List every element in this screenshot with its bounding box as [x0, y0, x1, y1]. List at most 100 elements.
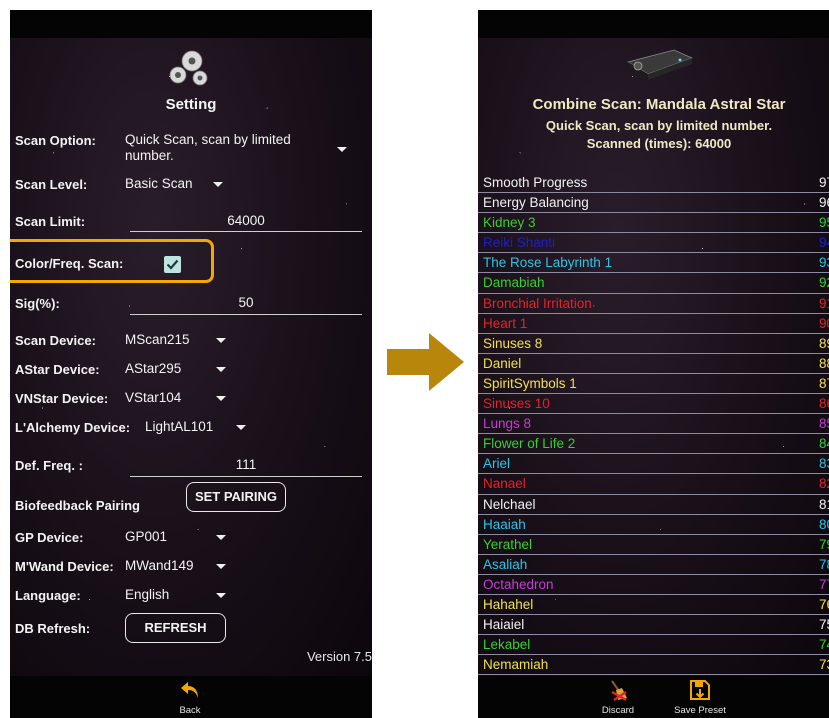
list-item[interactable]: Smooth Progress 97 — [478, 173, 829, 194]
save-icon — [690, 680, 710, 700]
list-item[interactable]: Flower of Life 2 84 — [478, 434, 829, 455]
item-score: 79 — [819, 536, 829, 552]
astar-device-select[interactable]: AStar295 — [125, 361, 181, 376]
chevron-down-icon[interactable] — [216, 535, 226, 540]
list-item[interactable]: Kidney 3 95 — [478, 213, 829, 234]
list-item[interactable]: Damabiah 92 — [478, 273, 829, 294]
list-item[interactable]: Sinuses 10 86 — [478, 394, 829, 415]
item-score: 94 — [819, 235, 829, 251]
bottom-nav: Back — [10, 676, 372, 718]
color-freq-scan-checkbox[interactable] — [164, 256, 181, 273]
list-item[interactable]: Daniel 88 — [478, 354, 829, 374]
chevron-down-icon[interactable] — [216, 367, 226, 372]
item-name: Octahedron — [483, 576, 554, 592]
set-pairing-button[interactable]: SET PAIRING — [186, 482, 286, 512]
scan-limit-label: Scan Limit: — [15, 214, 86, 229]
item-score: 88 — [819, 355, 829, 371]
scan-option-label: Scan Option: — [15, 133, 96, 148]
list-item[interactable]: Nelchael 81 — [478, 495, 829, 515]
chevron-down-icon[interactable] — [216, 593, 226, 598]
back-button[interactable]: Back — [168, 678, 212, 716]
item-name: Nemamiah — [483, 657, 549, 673]
page-title: Setting — [165, 96, 217, 113]
color-freq-scan-label: Color/Freq. Scan: — [15, 256, 124, 271]
list-item[interactable]: Nemamiah 73 — [478, 655, 829, 676]
item-score: 91 — [819, 295, 829, 311]
item-name: Damabiah — [483, 275, 545, 291]
lalchemy-device-select[interactable]: LightAL101 — [145, 419, 213, 434]
scan-title: Combine Scan: Mandala Astral Star — [532, 96, 786, 113]
list-item[interactable]: Asaliah 78 — [478, 555, 829, 575]
item-name: Nanael — [483, 476, 526, 492]
item-score: 97 — [819, 175, 829, 190]
save-preset-button[interactable]: Save Preset — [670, 678, 730, 716]
list-item[interactable]: Energy Balancing 96 — [478, 193, 829, 214]
list-item[interactable]: Haiaiel 75 — [478, 615, 829, 636]
vnstar-device-select[interactable]: VStar104 — [125, 390, 181, 405]
result-list[interactable]: Smooth Progress 97 Energy Balancing 96 Kidne… — [478, 173, 829, 676]
list-item[interactable]: SpiritSymbols 1 87 — [478, 374, 829, 395]
save-preset-label: Save Preset — [674, 705, 726, 716]
list-item[interactable]: Bronchial Irritation 91 — [478, 294, 829, 314]
chevron-down-icon[interactable] — [236, 425, 246, 430]
list-item[interactable]: Sinuses 8 89 — [478, 334, 829, 354]
item-name: Sinuses 10 — [483, 396, 550, 412]
scan-level-label: Scan Level: — [15, 177, 88, 192]
item-score: 95 — [819, 215, 829, 231]
chevron-down-icon[interactable] — [216, 338, 226, 343]
gp-device-select[interactable]: GP001 — [125, 529, 167, 544]
list-item[interactable]: Yerathel 79 — [478, 535, 829, 555]
item-name: Kidney 3 — [483, 215, 536, 231]
astar-device-label: AStar Device: — [15, 362, 100, 377]
list-item[interactable]: Nanael 82 — [478, 474, 829, 495]
list-item[interactable]: Hahahel 76 — [478, 595, 829, 616]
item-score: 86 — [819, 396, 829, 412]
list-item[interactable]: Heart 1 90 — [478, 314, 829, 334]
scan-device-select[interactable]: MScan215 — [125, 332, 190, 347]
item-score: 80 — [819, 516, 829, 532]
list-item[interactable]: Octahedron 77 — [478, 575, 829, 595]
discard-button[interactable]: Discard — [596, 678, 640, 716]
item-score: 74 — [819, 637, 829, 653]
item-score: 84 — [819, 436, 829, 452]
item-name: Energy Balancing — [483, 195, 589, 211]
list-item[interactable]: Reiki Shanti 94 — [478, 233, 829, 254]
item-score: 85 — [819, 416, 829, 432]
status-bar — [478, 10, 829, 38]
item-score: 96 — [819, 195, 829, 211]
gear-icon — [169, 50, 208, 86]
mwand-device-select[interactable]: MWand149 — [125, 558, 194, 573]
item-name: Lungs 8 — [483, 416, 532, 432]
sig-field[interactable]: 50 — [130, 295, 362, 310]
scan-device-label: Scan Device: — [15, 333, 96, 348]
def-freq-field[interactable]: 111 — [130, 457, 362, 472]
item-name: Hahahel — [483, 596, 534, 612]
lalchemy-device-label: L'Alchemy Device: — [15, 420, 131, 435]
broom-icon — [611, 680, 627, 702]
item-score: 90 — [819, 315, 829, 331]
list-item[interactable]: The Rose Labyrinth 1 93 — [478, 253, 829, 274]
list-item[interactable]: Lungs 8 85 — [478, 414, 829, 435]
scanned-count: Scanned (times): 64000 — [586, 136, 732, 151]
refresh-button[interactable]: REFRESH — [125, 613, 226, 643]
scan-level-select[interactable]: Basic Scan — [125, 176, 193, 191]
item-score: 83 — [819, 456, 829, 472]
item-name: Nelchael — [483, 496, 536, 512]
chevron-down-icon[interactable] — [337, 147, 347, 152]
chevron-down-icon[interactable] — [216, 564, 226, 569]
gp-device-label: GP Device: — [15, 530, 84, 545]
language-select[interactable]: English — [125, 587, 169, 602]
list-item[interactable]: Lekabel 74 — [478, 635, 829, 656]
mwand-device-label: M'Wand Device: — [15, 559, 114, 574]
scan-option-select[interactable]: Quick Scan, scan by limited number. — [125, 132, 315, 164]
item-score: 75 — [819, 617, 829, 633]
item-name: Daniel — [483, 355, 522, 371]
chevron-down-icon[interactable] — [213, 182, 223, 187]
scan-limit-field[interactable]: 64000 — [130, 213, 362, 228]
chevron-down-icon[interactable] — [216, 396, 226, 401]
language-label: Language: — [15, 588, 81, 603]
list-item[interactable]: Ariel 83 — [478, 454, 829, 475]
list-item[interactable]: Haaiah 80 — [478, 515, 829, 535]
item-name: Bronchial Irritation — [483, 295, 592, 311]
item-name: Sinuses 8 — [483, 335, 543, 351]
